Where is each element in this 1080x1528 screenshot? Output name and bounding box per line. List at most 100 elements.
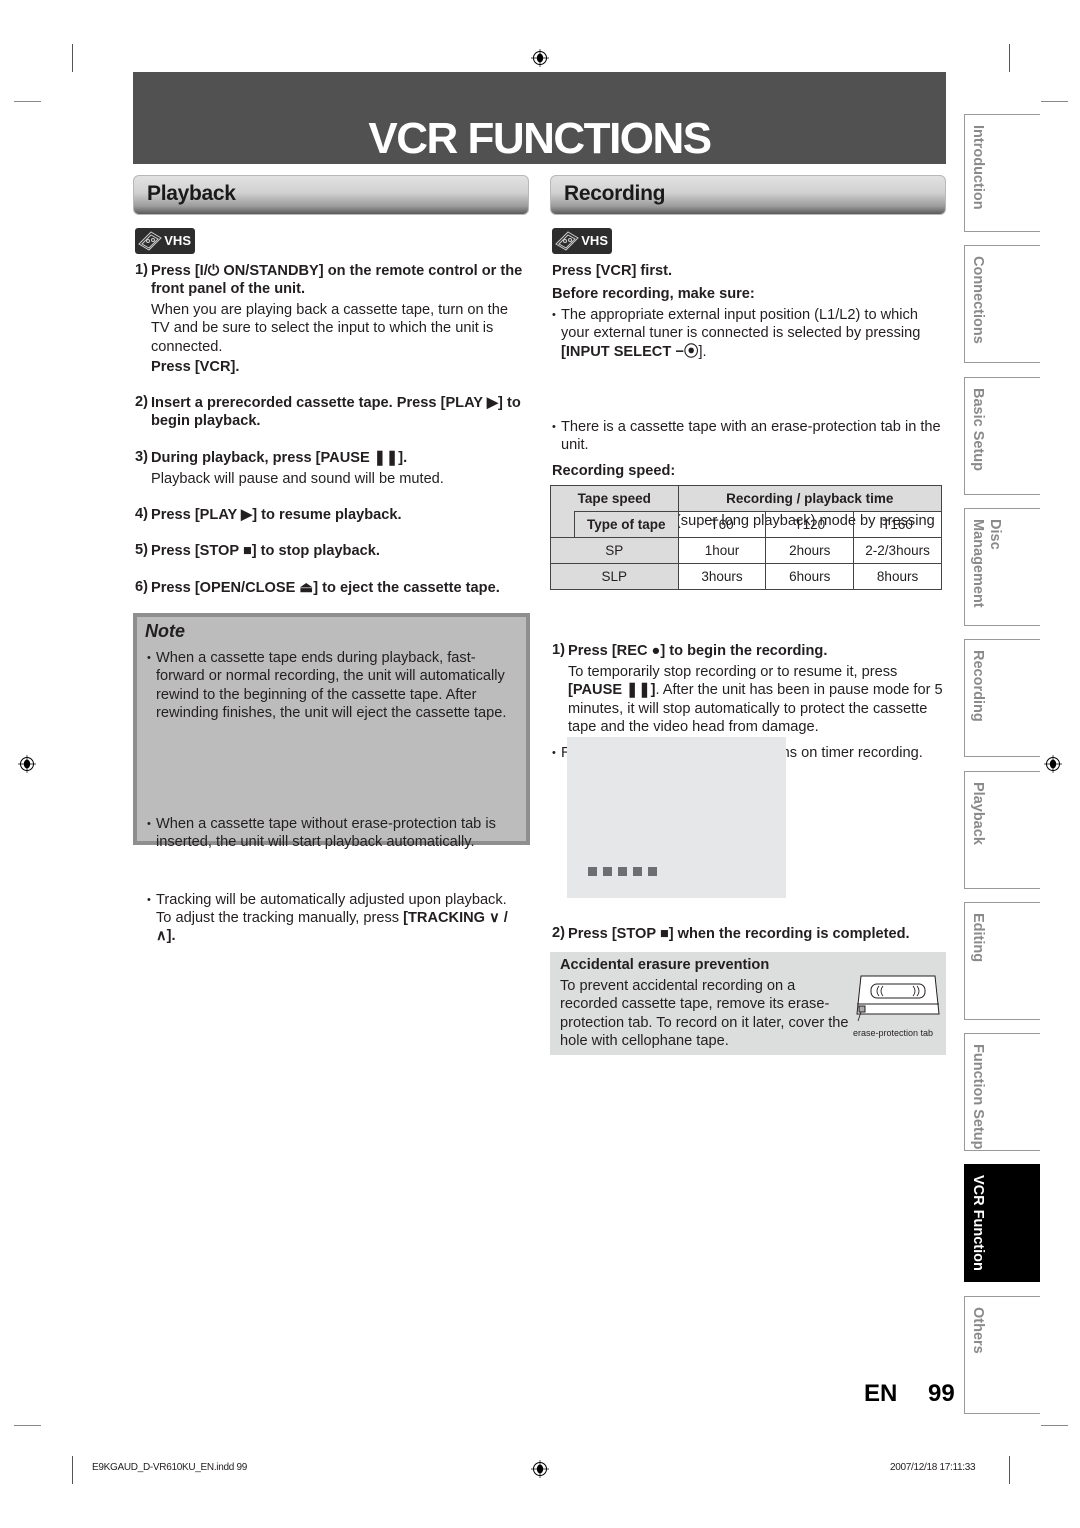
note-item: Tracking will be automatically adjusted …	[147, 891, 519, 946]
note-item-text: When a cassette tape ends during playbac…	[156, 650, 507, 721]
rec-step-2-instruction: Press [STOP ■] when the recording is com…	[568, 926, 910, 942]
chapter-tab-label: Introduction	[970, 125, 986, 210]
section-header-playback: Playback	[133, 175, 529, 215]
chapter-tab-introduction[interactable]: Introduction	[964, 114, 1040, 232]
section-title: Recording	[564, 182, 666, 205]
crop-mark	[14, 101, 41, 102]
chapter-tab-label: Editing	[970, 912, 986, 962]
chapter-tab-label: Recording	[970, 650, 986, 722]
header-spacer	[550, 511, 575, 538]
page-number: 99	[928, 1380, 955, 1407]
chapter-tab-connections[interactable]: Connections	[964, 245, 1040, 364]
before-item: The appropriate external input position …	[552, 306, 944, 361]
erase-tab-caption: erase-protection tab	[853, 1028, 934, 1038]
before-item-text: There is a cassette tape with an erase-p…	[561, 418, 941, 454]
step-1-press-vcr: Press [VCR].	[151, 359, 240, 375]
footer-filename: E9KGAUD_D-VR610KU_EN.indd 99	[92, 1462, 248, 1473]
chapter-tab-vcr-function[interactable]: VCR Function	[964, 1164, 1040, 1283]
note-title: Note	[145, 621, 185, 641]
step-number: 2)	[552, 925, 565, 941]
note-item-text: When a cassette tape without erase-prote…	[156, 816, 496, 851]
chapter-tab-label: Function Setup	[970, 1044, 986, 1150]
vhs-label: VHS	[581, 233, 608, 248]
vhs-cassette-icon	[555, 231, 579, 251]
chapter-tab-others[interactable]: Others	[964, 1295, 1040, 1414]
press-vcr-first: Press [VCR] first.	[552, 263, 673, 279]
rec-step-1-description: To temporarily stop recording or to resu…	[568, 663, 943, 736]
speed-cell: SLP	[550, 563, 679, 590]
crop-mark	[1009, 44, 1010, 72]
step-number: 1)	[135, 262, 148, 278]
vhs-badge: VHS	[552, 228, 612, 254]
rec-indicator-block	[588, 867, 597, 876]
before-item-text: The appropriate external input position …	[561, 307, 921, 342]
vhs-label: VHS	[164, 233, 191, 248]
chapter-tab-recording[interactable]: Recording	[964, 639, 1040, 758]
header-type-of-tape: Type of tape	[573, 511, 679, 538]
step-1-description: When you are playing back a cassette tap…	[151, 302, 508, 355]
section-title: Playback	[147, 182, 236, 205]
speed-cell: SP	[550, 537, 679, 564]
header-text: Recording / playback time	[726, 491, 894, 506]
chapter-tab-label: Playback	[970, 781, 986, 845]
chapter-tab-label: Disc Management	[970, 518, 1003, 608]
footer-timestamp: 2007/12/18 17:11:33	[890, 1462, 976, 1473]
rec-step-1-instruction: Press [REC ●] to begin the recording.	[568, 643, 828, 659]
tape-type-cell: T60	[677, 511, 767, 538]
crop-mark	[14, 1425, 41, 1426]
chapter-banner: VCR FUNCTIONS	[133, 72, 946, 164]
header-recording-time: Recording / playback time	[677, 485, 943, 512]
cassette-tape-icon	[856, 975, 940, 1022]
erasure-body: To prevent accidental recording on a rec…	[560, 978, 849, 1049]
step-3-description: Playback will pause and sound will be mu…	[151, 471, 444, 487]
registration-mark-icon	[531, 49, 549, 67]
header-text: Tape speed	[577, 491, 651, 506]
note-item: When a cassette tape without erase-prote…	[147, 815, 522, 852]
chapter-tab-label: Others	[970, 1306, 986, 1354]
chapter-tab-basic-setup[interactable]: Basic Setup	[964, 376, 1040, 495]
time-cell: 8hours	[853, 563, 942, 590]
chapter-tab-disc-management[interactable]: Disc Management	[964, 507, 1040, 626]
registration-mark-icon	[531, 1460, 549, 1478]
table-row: SLP 3hours 6hours 8hours	[550, 563, 942, 590]
step-number: 6)	[135, 579, 148, 595]
erasure-prevention-box: Accidental erasure prevention To prevent…	[550, 952, 946, 1055]
before-item-suffix: ].	[698, 343, 707, 360]
header-tape-speed: Tape speed	[550, 485, 679, 512]
step-6-instruction: Press [OPEN/CLOSE ⏏] to eject the casset…	[151, 580, 500, 596]
before-item: There is a cassette tape with an erase-p…	[552, 418, 944, 455]
recording-speed-title: Recording speed:	[552, 463, 676, 479]
time-cell: 1hour	[677, 537, 767, 564]
rec-indicator-block	[603, 867, 612, 876]
chapter-tab-function-setup[interactable]: Function Setup	[964, 1033, 1040, 1152]
tv-screen-illustration	[567, 737, 786, 898]
crop-mark	[72, 1456, 73, 1484]
recording-speed-table: Tape speed Recording / playback time Typ…	[550, 485, 943, 590]
registration-mark-icon	[1044, 755, 1062, 773]
pause-button-label: [PAUSE ❚❚]	[568, 682, 656, 699]
chapter-tab-playback[interactable]: Playback	[964, 770, 1040, 889]
before-recording-title: Before recording, make sure:	[552, 286, 755, 302]
vhs-cassette-icon	[138, 231, 162, 251]
note-box: Note When a cassette tape ends during pl…	[133, 613, 530, 944]
step-number: 5)	[135, 542, 148, 558]
chapter-tab-label: VCR Function	[970, 1175, 986, 1272]
tape-type-cell: T160	[853, 511, 942, 538]
chapter-tab-label: Basic Setup	[970, 387, 986, 471]
table-header-row: Tape speed Recording / playback time	[550, 485, 943, 512]
chapter-tab-editing[interactable]: Editing	[964, 901, 1040, 1020]
tape-type-cell: T120	[765, 511, 855, 538]
step-1-instruction: Press [I/⏻ ON/STANDBY] on the remote con…	[151, 263, 523, 298]
step-number: 3)	[135, 449, 148, 465]
section-header-recording: Recording	[550, 175, 946, 215]
step-number: 4)	[135, 506, 148, 522]
desc-text: To temporarily stop recording or to resu…	[568, 664, 898, 680]
step-2-instruction: Insert a prerecorded cassette tape. Pres…	[151, 395, 521, 430]
table-row: SP 1hour 2hours 2-2/3hours	[550, 537, 942, 564]
header-text: Type of tape	[586, 517, 666, 532]
step-number: 2)	[135, 394, 148, 410]
note-item: When a cassette tape ends during playbac…	[147, 649, 519, 722]
time-cell: 6hours	[765, 563, 855, 590]
rec-indicator-block	[618, 867, 627, 876]
crop-mark	[1009, 1456, 1010, 1484]
